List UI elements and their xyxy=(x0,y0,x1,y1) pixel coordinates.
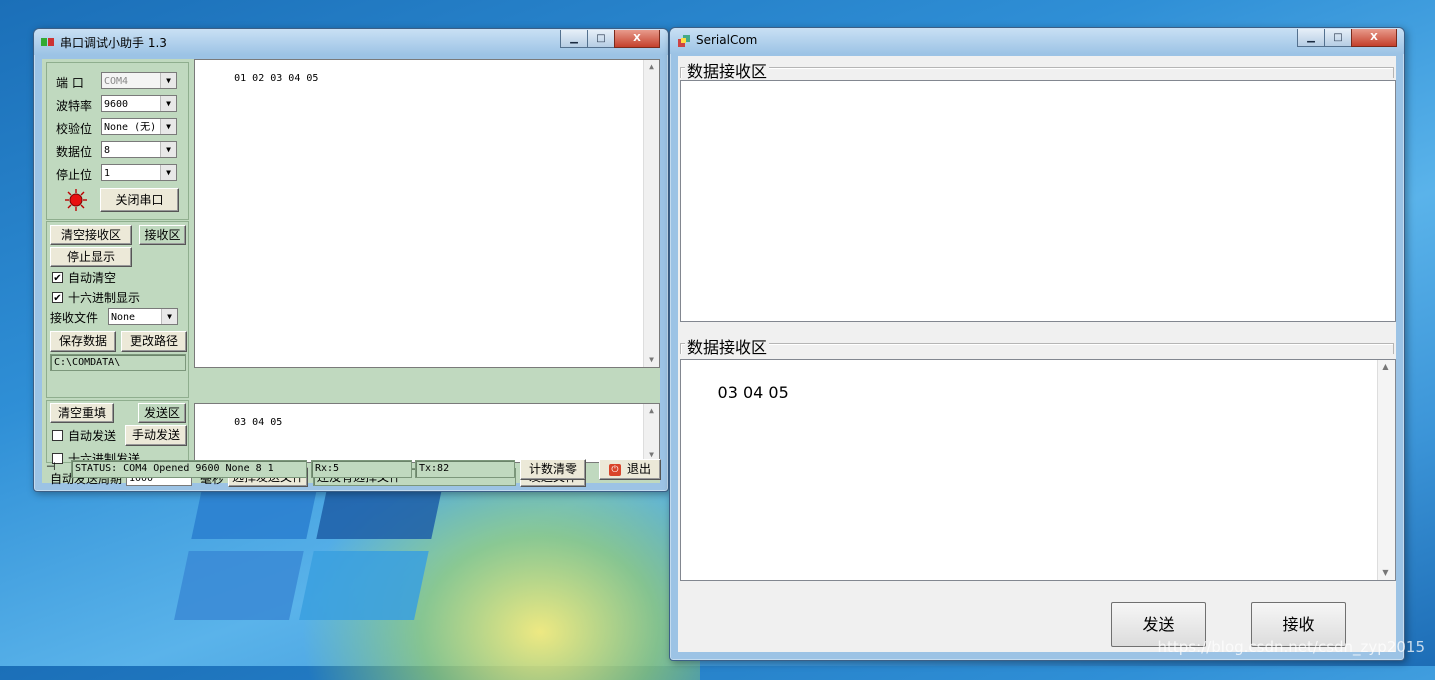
hex-display-label: 十六进制显示 xyxy=(68,291,141,305)
chevron-down-icon: ▼ xyxy=(160,119,176,134)
send-textarea[interactable]: 03 04 05 ▲ ▼ xyxy=(194,403,660,463)
exit-label: 退出 xyxy=(626,462,651,476)
hex-display-checkbox[interactable]: ✔ xyxy=(52,292,63,304)
auto-clear-label: 自动清空 xyxy=(68,271,117,285)
send-options-panel: 清空重填 发送区 自动发送 手动发送 十六进制发送 xyxy=(46,400,189,466)
maximize-button[interactable]: □ xyxy=(587,30,615,48)
close-button[interactable]: X xyxy=(1351,29,1397,47)
chevron-down-icon: ▼ xyxy=(160,96,176,111)
close-port-button[interactable]: 关闭串口 xyxy=(100,188,179,212)
port-label: 端 口 xyxy=(56,76,84,90)
scroll-down-icon[interactable]: ▼ xyxy=(644,353,659,367)
send-text: 03 04 05 xyxy=(234,417,283,428)
clear-receive-button[interactable]: 清空接收区 xyxy=(50,225,132,245)
databits-select[interactable]: 8 ▼ xyxy=(101,141,177,158)
group-title: 数据接收区 xyxy=(685,58,770,82)
scroll-up-icon[interactable]: ▲ xyxy=(644,60,659,74)
receive-options-panel: 清空接收区 接收区 停止显示 ✔ 自动清空 ✔ 十六进制显示 接收文件 None… xyxy=(46,221,189,398)
send-area-label: 发送区 xyxy=(138,403,186,423)
chevron-down-icon: ▼ xyxy=(160,142,176,157)
receive-box-1[interactable] xyxy=(680,80,1396,322)
receive-textarea[interactable]: 01 02 03 04 05 ▲ ▼ xyxy=(194,59,660,368)
stop-display-button[interactable]: 停止显示 xyxy=(50,247,132,267)
group-title: 数据接收区 xyxy=(685,334,770,358)
power-icon: ⏻ xyxy=(608,463,621,476)
baud-label: 波特率 xyxy=(56,99,93,113)
window-title: 串口调试小助手 1.3 xyxy=(60,36,167,50)
receive-area-label: 接收区 xyxy=(139,225,186,245)
receive-scrollbar[interactable]: ▲ ▼ xyxy=(643,60,659,367)
reset-count-button[interactable]: 计数清零 xyxy=(520,459,586,480)
status-field: STATUS: COM4 Opened 9600 None 8 1 xyxy=(71,460,307,478)
baud-select[interactable]: 9600 ▼ xyxy=(101,95,177,112)
app-icon xyxy=(678,35,690,47)
exit-button[interactable]: ⏻ 退出 xyxy=(599,459,661,480)
titlebar[interactable]: 串口调试小助手 1.3 ▁ □ X xyxy=(34,29,668,55)
manual-send-button[interactable]: 手动发送 xyxy=(125,425,187,446)
parity-label: 校验位 xyxy=(56,122,93,136)
chevron-down-icon: ▼ xyxy=(161,309,177,324)
port-settings-panel: 端 口 COM4 ▼ 波特率 9600 ▼ 校验位 None (无) ▼ 数据位 8 ▼… xyxy=(46,62,189,220)
receive-file-label: 接收文件 xyxy=(50,311,99,325)
client-area: 数据接收区 数据接收区 03 04 05 ▲ ▼ 发送 接收 xyxy=(678,56,1396,652)
receive-text: 01 02 03 04 05 xyxy=(234,73,319,84)
auto-clear-checkbox[interactable]: ✔ xyxy=(52,272,63,284)
change-path-button[interactable]: 更改路径 xyxy=(121,331,187,352)
maximize-button[interactable]: □ xyxy=(1324,29,1352,47)
rx-count-field: Rx:5 xyxy=(311,460,412,478)
save-path-field: C:\COMDATA\ xyxy=(50,354,186,371)
clear-refill-button[interactable]: 清空重填 xyxy=(50,403,114,423)
minimize-button[interactable]: ▁ xyxy=(1297,29,1325,47)
windows-logo xyxy=(174,470,446,620)
window-title: SerialCom xyxy=(696,33,758,47)
databits-label: 数据位 xyxy=(56,145,93,159)
client-area: 端 口 COM4 ▼ 波特率 9600 ▼ 校验位 None (无) ▼ 数据位 8 ▼… xyxy=(42,59,660,487)
scroll-up-icon[interactable]: ▲ xyxy=(1378,360,1393,374)
group-border xyxy=(680,67,1394,78)
receive-text: 03 04 05 xyxy=(717,383,789,402)
receive-scrollbar[interactable]: ▲ ▼ xyxy=(1377,360,1395,580)
watermark-text: https://blog.csdn.net/csdn_zyp2015 xyxy=(1157,638,1426,656)
pin-icon: ⊣ xyxy=(46,460,56,473)
port-select[interactable]: COM4 ▼ xyxy=(101,72,177,89)
app-icon xyxy=(41,38,54,46)
scroll-up-icon[interactable]: ▲ xyxy=(644,404,659,418)
port-status-indicator-icon xyxy=(65,189,87,211)
auto-send-label: 自动发送 xyxy=(68,429,117,443)
titlebar[interactable]: SerialCom ▁ □ X xyxy=(670,28,1404,54)
send-scrollbar[interactable]: ▲ ▼ xyxy=(643,404,659,462)
stopbits-select[interactable]: 1 ▼ xyxy=(101,164,177,181)
serialcom-window: SerialCom ▁ □ X 数据接收区 数据接收区 03 04 05 ▲ ▼… xyxy=(669,27,1405,661)
close-button[interactable]: X xyxy=(614,30,660,48)
tx-count-field: Tx:82 xyxy=(415,460,515,478)
auto-send-checkbox[interactable] xyxy=(52,430,63,441)
receive-file-select[interactable]: None ▼ xyxy=(108,308,178,325)
scroll-down-icon[interactable]: ▼ xyxy=(1378,566,1393,580)
parity-select[interactable]: None (无) ▼ xyxy=(101,118,177,135)
group-border xyxy=(680,343,1394,354)
receive-box-2[interactable]: 03 04 05 ▲ ▼ xyxy=(680,359,1396,581)
save-data-button[interactable]: 保存数据 xyxy=(50,331,116,352)
minimize-button[interactable]: ▁ xyxy=(560,30,588,48)
chevron-down-icon: ▼ xyxy=(160,165,176,180)
serial-assistant-window: 串口调试小助手 1.3 ▁ □ X 端 口 COM4 ▼ 波特率 9600 ▼ 校验… xyxy=(33,28,669,492)
stopbits-label: 停止位 xyxy=(56,168,93,182)
chevron-down-icon: ▼ xyxy=(160,73,176,88)
